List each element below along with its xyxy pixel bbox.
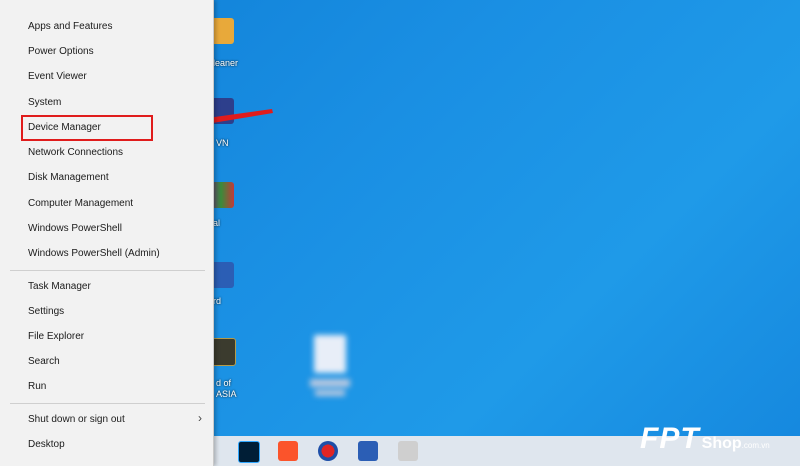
menu-item-event-viewer[interactable]: Event Viewer — [28, 70, 87, 84]
printer-icon[interactable] — [398, 441, 418, 461]
photoshop-icon[interactable] — [238, 441, 260, 463]
menu-item-shut-down-or-sign-out[interactable]: Shut down or sign out — [28, 413, 125, 427]
word-label: rd — [213, 296, 222, 306]
shop-logo-text: Shop — [701, 435, 742, 452]
document-icon — [314, 335, 346, 373]
menu-item-disk-management[interactable]: Disk Management — [28, 171, 109, 185]
blurred-file-icon[interactable] — [308, 335, 352, 405]
domain-logo-text: .com.vn — [741, 441, 770, 450]
menu-separator — [10, 270, 205, 271]
ccleaner-desktop-icon[interactable]: leaner — [208, 18, 268, 68]
winx-context-menu: Apps and Features Power Options Event Vi… — [0, 0, 214, 466]
winrar-label: al — [213, 218, 221, 228]
fptshop-watermark: FPT Shop.com.vn — [640, 422, 770, 456]
menu-item-run[interactable]: Run — [28, 380, 46, 394]
menu-item-search[interactable]: Search — [28, 355, 60, 369]
device-manager-highlight-box — [21, 115, 153, 141]
menu-item-windows-powershell[interactable]: Windows PowerShell — [28, 222, 122, 236]
menu-item-apps-and-features[interactable]: Apps and Features — [28, 20, 113, 34]
app-icon[interactable] — [318, 441, 338, 461]
game-label-1: d of — [216, 378, 232, 388]
word-icon[interactable] — [358, 441, 378, 461]
brave-browser-icon[interactable] — [278, 441, 298, 461]
game-label-2: ASIA — [216, 389, 237, 399]
fpt-logo-text: FPT — [640, 422, 700, 455]
menu-item-desktop[interactable]: Desktop — [28, 438, 65, 452]
menu-separator — [10, 403, 205, 404]
menu-item-windows-powershell-admin[interactable]: Windows PowerShell (Admin) — [28, 247, 160, 261]
menu-item-settings[interactable]: Settings — [28, 305, 64, 319]
menu-item-file-explorer[interactable]: File Explorer — [28, 330, 84, 344]
ccleaner-label: leaner — [213, 58, 239, 68]
menu-item-task-manager[interactable]: Task Manager — [28, 280, 91, 294]
menu-item-power-options[interactable]: Power Options — [28, 45, 94, 59]
winrar-desktop-icon[interactable]: al — [208, 182, 268, 228]
menu-item-network-connections[interactable]: Network Connections — [28, 146, 123, 160]
word-desktop-icon[interactable]: rd — [208, 262, 268, 306]
menu-item-computer-management[interactable]: Computer Management — [28, 197, 133, 211]
chevron-right-icon: › — [198, 411, 202, 425]
game-desktop-icon[interactable]: d of ASIA — [208, 338, 268, 399]
menu-item-system[interactable]: System — [28, 96, 61, 110]
